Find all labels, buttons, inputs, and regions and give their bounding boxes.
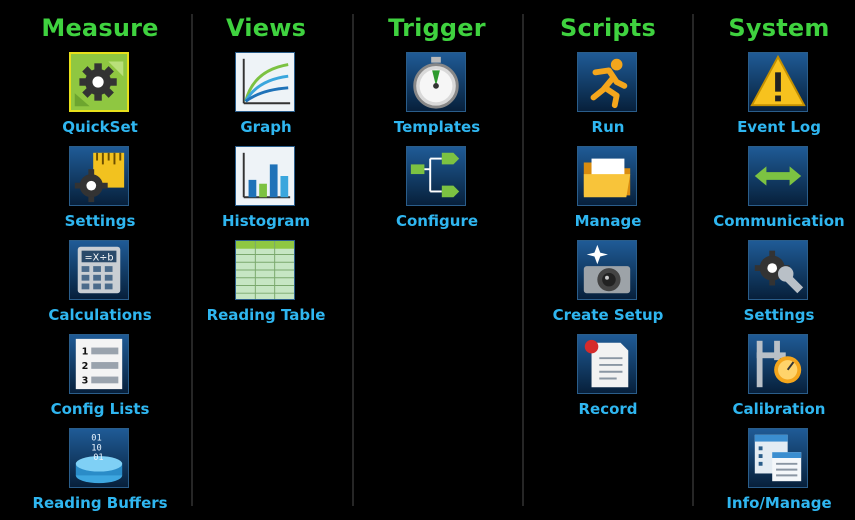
measure-settings-label: Settings (64, 212, 136, 230)
create-setup-label: Create Setup (552, 306, 664, 324)
histogram-tile[interactable]: Histogram (181, 146, 351, 238)
curve-graph-icon (235, 52, 295, 112)
warning-icon (748, 52, 808, 112)
record-tile[interactable]: Record (523, 334, 693, 426)
quickset-label: QuickSet (62, 118, 138, 136)
config-lists-label: Config Lists (50, 400, 150, 418)
measure-column: Measure QuickSet Settings =X÷b Calculati… (15, 0, 185, 514)
manage-tile[interactable]: Manage (523, 146, 693, 238)
folder-icon (577, 146, 637, 206)
main-menu-screen: Measure QuickSet Settings =X÷b Calculati… (0, 0, 855, 514)
camera-icon (577, 240, 637, 300)
run-label: Run (591, 118, 625, 136)
info-windows-icon (748, 428, 808, 488)
graph-tile[interactable]: Graph (181, 52, 351, 144)
templates-label: Templates (393, 118, 481, 136)
system-settings-label: Settings (743, 306, 815, 324)
views-heading: Views (225, 14, 307, 42)
quickset-gear-icon (69, 52, 129, 112)
event-log-label: Event Log (737, 118, 821, 136)
flow-arrows-icon (406, 146, 466, 206)
trigger-column: Trigger Templates Configure (352, 0, 522, 514)
create-setup-tile[interactable]: Create Setup (523, 240, 693, 332)
system-settings-tile[interactable]: Settings (694, 240, 855, 332)
reading-table-tile[interactable]: Reading Table (181, 240, 351, 332)
trigger-heading: Trigger (388, 14, 486, 42)
reading-table-label: Reading Table (206, 306, 326, 324)
communication-label: Communication (713, 212, 845, 230)
wrench-gear-icon (748, 240, 808, 300)
table-grid-icon (235, 240, 295, 300)
configure-label: Configure (395, 212, 479, 230)
svg-text:3: 3 (82, 375, 89, 386)
quickset-tile[interactable]: QuickSet (15, 52, 185, 144)
scripts-heading: Scripts (560, 14, 656, 42)
record-page-icon (577, 334, 637, 394)
manage-label: Manage (574, 212, 642, 230)
calculator-icon: =X÷b (69, 240, 129, 300)
views-column: Views Graph Histogram Reading Table (181, 0, 351, 514)
running-man-icon (577, 52, 637, 112)
run-tile[interactable]: Run (523, 52, 693, 144)
reading-buffers-label: Reading Buffers (32, 494, 168, 512)
data-bucket-icon: 01 10 01 (69, 428, 129, 488)
svg-text:10: 10 (91, 443, 101, 453)
caliper-icon (748, 334, 808, 394)
calibration-label: Calibration (732, 400, 826, 418)
calculations-label: Calculations (48, 306, 152, 324)
system-heading: System (728, 14, 830, 42)
svg-text:01: 01 (91, 434, 101, 444)
calibration-tile[interactable]: Calibration (694, 334, 855, 426)
calculations-tile[interactable]: =X÷b Calculations (15, 240, 185, 332)
svg-text:2: 2 (82, 361, 89, 372)
svg-text:01: 01 (93, 453, 103, 463)
measure-heading: Measure (41, 14, 159, 42)
templates-tile[interactable]: Templates (352, 52, 522, 144)
measure-settings-tile[interactable]: Settings (15, 146, 185, 238)
communication-tile[interactable]: Communication (694, 146, 855, 238)
config-lists-tile[interactable]: 1 2 3 Config Lists (15, 334, 185, 426)
info-manage-label: Info/Manage (726, 494, 832, 512)
double-arrow-icon (748, 146, 808, 206)
scripts-column: Scripts Run Manage Create Setup Record (523, 0, 693, 514)
configure-tile[interactable]: Configure (352, 146, 522, 238)
record-label: Record (578, 400, 638, 418)
stopwatch-icon (406, 52, 466, 112)
graph-label: Graph (240, 118, 292, 136)
system-column: System Event Log Communication Settings … (694, 0, 855, 514)
histogram-label: Histogram (222, 212, 310, 230)
svg-text:1: 1 (82, 346, 89, 357)
info-manage-tile[interactable]: Info/Manage (694, 428, 855, 520)
event-log-tile[interactable]: Event Log (694, 52, 855, 144)
ruler-gear-icon (69, 146, 129, 206)
svg-text:=X÷b: =X÷b (85, 252, 114, 263)
reading-buffers-tile[interactable]: 01 10 01 Reading Buffers (15, 428, 185, 520)
bar-chart-icon (235, 146, 295, 206)
numbered-list-icon: 1 2 3 (69, 334, 129, 394)
